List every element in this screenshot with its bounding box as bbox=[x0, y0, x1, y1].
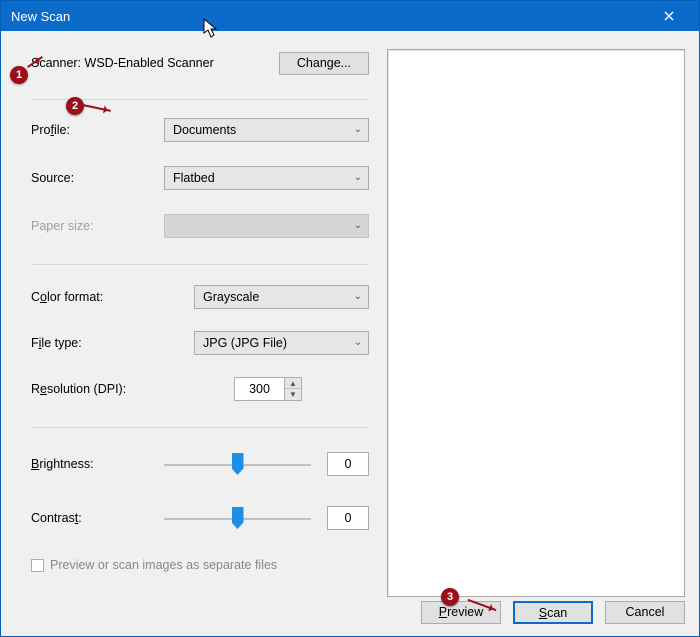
color-format-value: Grayscale bbox=[203, 290, 259, 304]
resolution-value[interactable]: 300 bbox=[234, 377, 284, 401]
color-format-combo[interactable]: Grayscale ⌄ bbox=[194, 285, 369, 309]
spinner-buttons: ▲ ▼ bbox=[284, 377, 302, 401]
chevron-down-icon: ⌄ bbox=[354, 332, 362, 354]
resolution-stepper[interactable]: 300 ▲ ▼ bbox=[234, 377, 302, 401]
dialog-body: Scanner: WSD-Enabled Scanner Change... 1… bbox=[1, 31, 699, 636]
profile-combo[interactable]: Documents ⌄ bbox=[164, 118, 369, 142]
profile-value: Documents bbox=[173, 123, 236, 137]
annotation-arrow-2 bbox=[83, 104, 111, 112]
chevron-down-icon: ⌄ bbox=[354, 286, 362, 308]
cancel-button[interactable]: Cancel bbox=[605, 601, 685, 624]
color-format-label: Color format: bbox=[31, 290, 186, 304]
contrast-slider[interactable] bbox=[164, 506, 311, 530]
chevron-down-icon: ⌄ bbox=[354, 119, 362, 141]
titlebar: New Scan bbox=[1, 1, 699, 31]
source-row: Source: Flatbed ⌄ bbox=[31, 164, 369, 192]
spinner-down-icon[interactable]: ▼ bbox=[285, 389, 301, 400]
source-combo[interactable]: Flatbed ⌄ bbox=[164, 166, 369, 190]
brightness-slider[interactable] bbox=[164, 452, 311, 476]
resolution-label: Resolution (DPI): bbox=[31, 382, 186, 396]
file-type-combo[interactable]: JPG (JPG File) ⌄ bbox=[194, 331, 369, 355]
annotation-badge-1: 1 bbox=[10, 66, 28, 84]
contrast-value[interactable]: 0 bbox=[327, 506, 369, 530]
close-icon bbox=[664, 11, 674, 21]
separate-files-label: Preview or scan images as separate files bbox=[50, 558, 277, 572]
color-format-row: Color format: Grayscale ⌄ bbox=[31, 283, 369, 311]
source-value: Flatbed bbox=[173, 171, 215, 185]
contrast-row: Contrast: 0 bbox=[31, 504, 369, 532]
annotation-badge-2: 2 bbox=[66, 97, 84, 115]
divider bbox=[31, 264, 369, 265]
file-type-value: JPG (JPG File) bbox=[203, 336, 287, 350]
profile-row: Profile: Documents ⌄ bbox=[31, 116, 369, 144]
settings-column: Scanner: WSD-Enabled Scanner Change... 1… bbox=[31, 49, 387, 636]
file-type-row: File type: JPG (JPG File) ⌄ bbox=[31, 329, 369, 357]
scanner-row: Scanner: WSD-Enabled Scanner Change... bbox=[31, 49, 369, 77]
brightness-value[interactable]: 0 bbox=[327, 452, 369, 476]
chevron-down-icon: ⌄ bbox=[354, 215, 362, 237]
slider-thumb-icon[interactable] bbox=[232, 453, 244, 475]
scanner-label: Scanner: WSD-Enabled Scanner bbox=[31, 56, 214, 70]
paper-size-combo: ⌄ bbox=[164, 214, 369, 238]
window-title: New Scan bbox=[11, 9, 649, 24]
new-scan-window: New Scan Scanner: WSD-Enabled Scanner Ch… bbox=[0, 0, 700, 637]
contrast-label: Contrast: bbox=[31, 511, 156, 525]
dialog-footer: Preview Scan Cancel bbox=[421, 601, 685, 624]
chevron-down-icon: ⌄ bbox=[354, 167, 362, 189]
paper-size-row: Paper size: ⌄ bbox=[31, 212, 369, 240]
change-scanner-button[interactable]: Change... bbox=[279, 52, 369, 75]
paper-size-label: Paper size: bbox=[31, 219, 156, 233]
preview-pane bbox=[387, 49, 685, 597]
divider bbox=[31, 427, 369, 428]
profile-label: Profile: bbox=[31, 123, 156, 137]
brightness-row: Brightness: 0 bbox=[31, 450, 369, 478]
separate-files-checkbox bbox=[31, 559, 44, 572]
spinner-up-icon[interactable]: ▲ bbox=[285, 378, 301, 389]
source-label: Source: bbox=[31, 171, 156, 185]
slider-thumb-icon[interactable] bbox=[232, 507, 244, 529]
close-button[interactable] bbox=[649, 1, 689, 31]
separate-files-row: Preview or scan images as separate files bbox=[31, 558, 369, 572]
file-type-label: File type: bbox=[31, 336, 186, 350]
brightness-label: Brightness: bbox=[31, 457, 156, 471]
resolution-row: Resolution (DPI): 300 ▲ ▼ bbox=[31, 375, 369, 403]
preview-button[interactable]: Preview bbox=[421, 601, 501, 624]
annotation-badge-3: 3 bbox=[441, 588, 459, 606]
scan-button[interactable]: Scan bbox=[513, 601, 593, 624]
